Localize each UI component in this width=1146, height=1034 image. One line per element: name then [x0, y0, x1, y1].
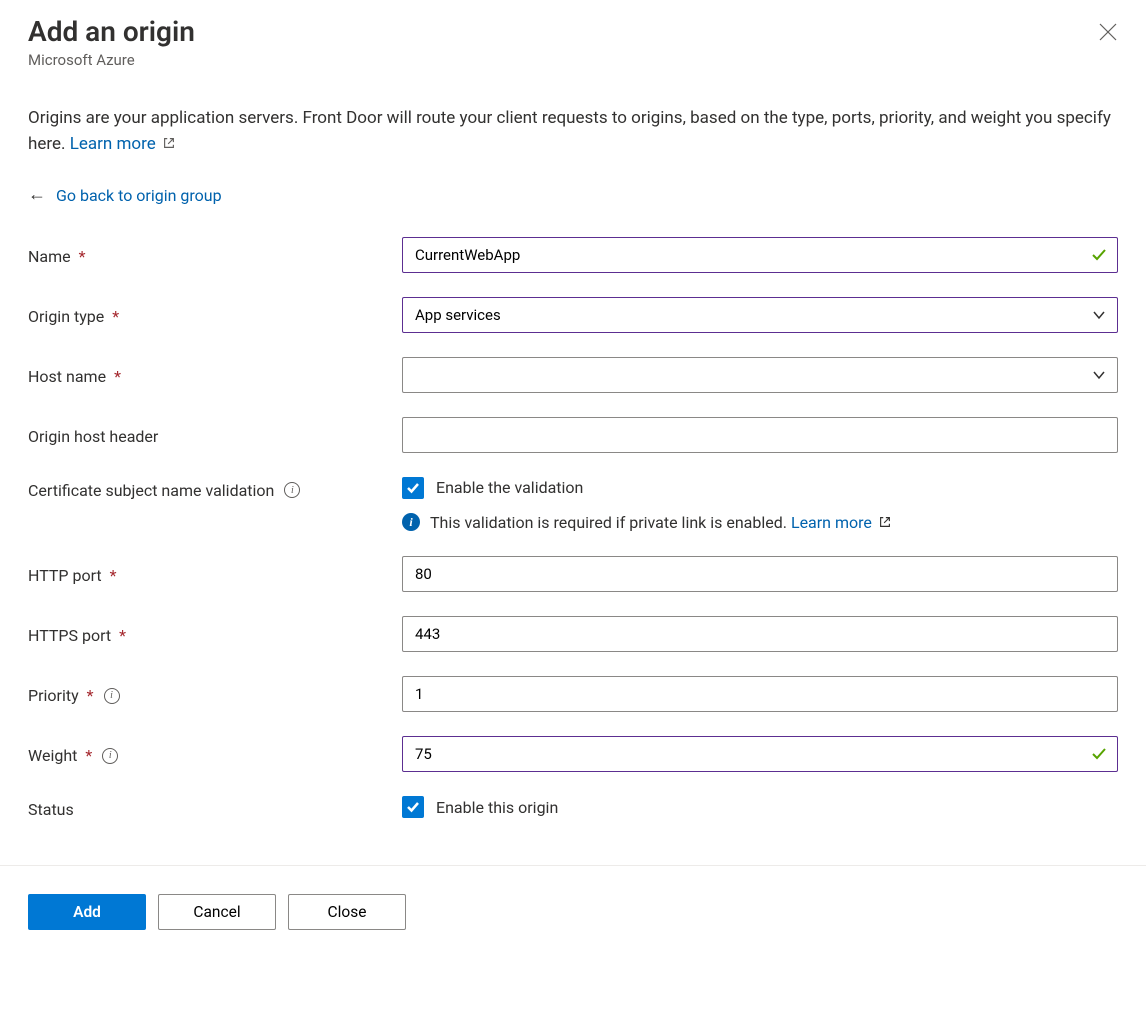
footer-actions: Add Cancel Close [0, 865, 1146, 958]
required-asterisk: * [110, 566, 117, 585]
cert-validation-label: Certificate subject name validation [28, 481, 274, 500]
intro-text: Origins are your application servers. Fr… [28, 105, 1118, 158]
add-button[interactable]: Add [28, 894, 146, 930]
external-link-icon [878, 515, 892, 529]
info-icon[interactable]: i [284, 482, 300, 498]
validation-info-message: i This validation is required if private… [402, 513, 1118, 532]
enable-origin-label: Enable this origin [436, 798, 558, 817]
https-port-label: HTTPS port [28, 626, 111, 645]
panel-header: Add an origin Microsoft Azure [28, 14, 1118, 69]
page-title: Add an origin [28, 14, 1118, 49]
validation-info-text: This validation is required if private l… [430, 513, 791, 532]
checkmark-icon [406, 481, 420, 495]
intro-body: Origins are your application servers. Fr… [28, 108, 1111, 154]
enable-validation-checkbox[interactable] [402, 477, 424, 499]
origin-type-select[interactable]: App services [402, 297, 1118, 333]
required-asterisk: * [112, 307, 119, 326]
origin-host-header-input[interactable] [402, 417, 1118, 453]
external-link-icon [162, 136, 176, 150]
close-icon[interactable] [1098, 22, 1118, 42]
name-label: Name [28, 247, 71, 266]
cancel-button[interactable]: Cancel [158, 894, 276, 930]
priority-label: Priority [28, 686, 79, 705]
intro-learn-more-link[interactable]: Learn more [70, 134, 176, 154]
checkmark-icon [406, 800, 420, 814]
required-asterisk: * [114, 367, 121, 386]
back-link-label: Go back to origin group [56, 186, 222, 205]
origin-type-label: Origin type [28, 307, 104, 326]
required-asterisk: * [79, 247, 86, 266]
info-icon[interactable]: i [104, 688, 120, 704]
https-port-input[interactable] [402, 616, 1118, 652]
enable-origin-checkbox[interactable] [402, 796, 424, 818]
info-icon[interactable]: i [102, 748, 118, 764]
http-port-input[interactable] [402, 556, 1118, 592]
arrow-left-icon: ← [28, 186, 46, 204]
host-name-select[interactable] [402, 357, 1118, 393]
http-port-label: HTTP port [28, 566, 102, 585]
name-input[interactable] [402, 237, 1118, 273]
origin-host-header-label: Origin host header [28, 427, 158, 446]
required-asterisk: * [87, 686, 94, 705]
close-button[interactable]: Close [288, 894, 406, 930]
weight-input[interactable] [402, 736, 1118, 772]
status-label: Status [28, 800, 74, 819]
host-name-label: Host name [28, 367, 106, 386]
page-subtitle: Microsoft Azure [28, 51, 1118, 69]
validation-learn-more-link[interactable]: Learn more [791, 513, 892, 532]
back-link[interactable]: ← Go back to origin group [28, 186, 1118, 205]
priority-input[interactable] [402, 676, 1118, 712]
required-asterisk: * [85, 746, 92, 765]
info-solid-icon: i [402, 513, 420, 531]
weight-label: Weight [28, 746, 77, 765]
enable-validation-label: Enable the validation [436, 478, 583, 497]
required-asterisk: * [119, 626, 126, 645]
